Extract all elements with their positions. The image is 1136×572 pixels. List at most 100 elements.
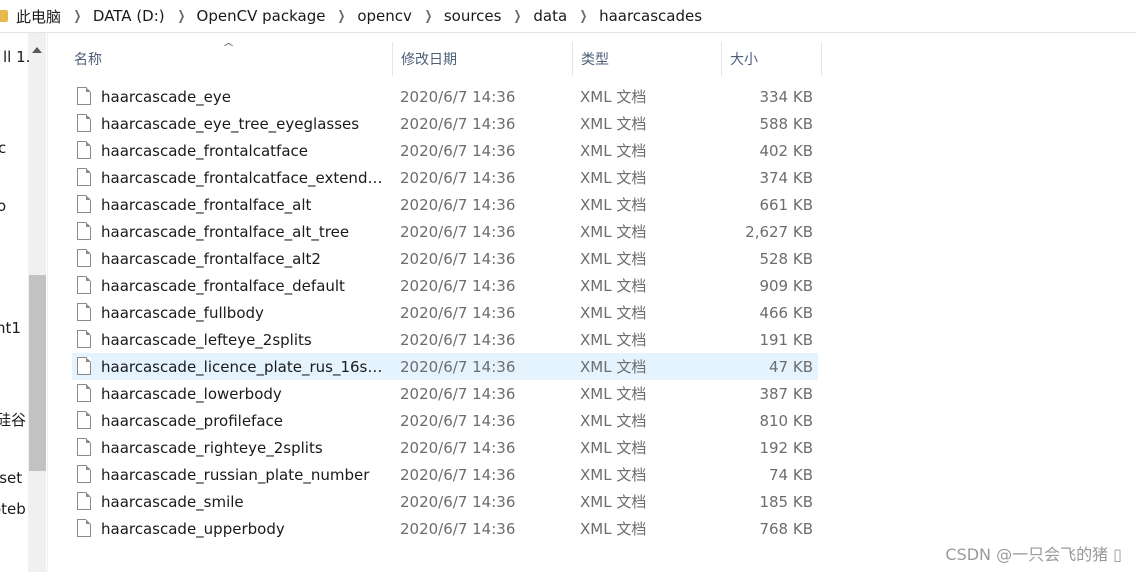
file-name: haarcascade_frontalface_alt [101, 195, 312, 214]
column-header-type[interactable]: 类型 [573, 42, 722, 76]
file-size: 2,627 KB [745, 222, 813, 241]
file-size: 466 KB [759, 303, 813, 322]
file-name: haarcascade_lowerbody [101, 384, 282, 403]
file-row[interactable]: haarcascade_frontalface_alt 2020/6/7 14:3… [72, 191, 818, 218]
file-name: haarcascade_russian_plate_number [101, 465, 370, 484]
document-icon [77, 276, 91, 294]
file-type: XML 文档 [580, 169, 647, 187]
breadcrumb-item-opencv[interactable]: opencv ❯ [357, 0, 443, 33]
file-type: XML 文档 [580, 412, 647, 430]
file-name: haarcascade_eye_tree_eyeglasses [101, 114, 360, 133]
file-size: 334 KB [759, 87, 813, 106]
document-icon [77, 87, 91, 105]
file-row[interactable]: haarcascade_licence_plate_rus_16sta... 20… [72, 353, 818, 380]
file-date: 2020/6/7 14:36 [400, 276, 516, 295]
file-date: 2020/6/7 14:36 [400, 87, 516, 106]
file-row[interactable]: haarcascade_righteye_2splits 2020/6/7 14:… [72, 434, 818, 461]
chevron-right-icon[interactable]: ❯ [338, 9, 346, 24]
chevron-right-icon[interactable]: ❯ [514, 9, 522, 24]
breadcrumb-item-this-pc[interactable]: 此电脑 ❯ [16, 0, 93, 33]
file-row[interactable]: haarcascade_profileface 2020/6/7 14:36 XML… [72, 407, 818, 434]
file-row[interactable]: haarcascade_frontalcatface_extended 2020/… [72, 164, 818, 191]
file-row[interactable]: haarcascade_frontalface_alt_tree 2020/6/7… [72, 218, 818, 245]
file-name: haarcascade_licence_plate_rus_16sta... [101, 357, 383, 376]
nav-scrollbar-thumb[interactable] [29, 275, 46, 471]
document-icon [77, 114, 91, 132]
file-row[interactable]: haarcascade_russian_plate_number 2020/6/7… [72, 461, 818, 488]
breadcrumb-item-data[interactable]: data ❯ [533, 0, 599, 33]
nav-item[interactable]: oteb [0, 500, 26, 518]
file-row[interactable]: haarcascade_lefteye_2splits 2020/6/7 14:3… [72, 326, 818, 353]
breadcrumb-item-haarcascades[interactable]: haarcascades [599, 0, 702, 33]
chevron-right-icon[interactable]: ❯ [74, 9, 82, 24]
document-icon [77, 357, 91, 375]
file-row[interactable]: haarcascade_smile 2020/6/7 14:36 XML 文档 185… [72, 488, 818, 515]
file-name: haarcascade_frontalcatface [101, 141, 308, 160]
file-date: 2020/6/7 14:36 [400, 492, 516, 511]
file-size: 387 KB [759, 384, 813, 403]
file-type: XML 文档 [580, 196, 647, 214]
file-row[interactable]: haarcascade_eye_tree_eyeglasses 2020/6/7 … [72, 110, 818, 137]
document-icon [77, 303, 91, 321]
file-date: 2020/6/7 14:36 [400, 141, 516, 160]
nav-item[interactable]: 硅谷 [0, 409, 26, 430]
file-name: haarcascade_righteye_2splits [101, 438, 323, 457]
file-date: 2020/6/7 14:36 [400, 168, 516, 187]
file-name: haarcascade_frontalcatface_extended [101, 168, 383, 187]
document-icon [77, 384, 91, 402]
breadcrumb-item-drive[interactable]: DATA (D:) ❯ [93, 0, 197, 33]
file-date: 2020/6/7 14:36 [400, 357, 516, 376]
file-row[interactable]: haarcascade_frontalcatface 2020/6/7 14:36… [72, 137, 818, 164]
file-size: 661 KB [759, 195, 813, 214]
breadcrumb-item-sources[interactable]: sources ❯ [444, 0, 534, 33]
file-size: 909 KB [759, 276, 813, 295]
document-icon [77, 438, 91, 456]
chevron-right-icon[interactable]: ❯ [425, 9, 433, 24]
file-size: 192 KB [759, 438, 813, 457]
file-size: 191 KB [759, 330, 813, 349]
column-header-date[interactable]: 修改日期 [393, 42, 573, 76]
file-type: XML 文档 [580, 385, 647, 403]
file-date: 2020/6/7 14:36 [400, 249, 516, 268]
document-icon [77, 168, 91, 186]
file-type: XML 文档 [580, 115, 647, 133]
document-icon [77, 141, 91, 159]
address-bar[interactable]: 此电脑 ❯ DATA (D:) ❯ OpenCV package ❯ opencv ❯ … [0, 0, 1136, 33]
file-date: 2020/6/7 14:36 [400, 114, 516, 133]
document-icon [77, 519, 91, 537]
file-type: XML 文档 [580, 493, 647, 511]
chevron-right-icon[interactable]: ❯ [177, 9, 185, 24]
file-type: XML 文档 [580, 88, 647, 106]
file-size: 185 KB [759, 492, 813, 511]
file-date: 2020/6/7 14:36 [400, 195, 516, 214]
file-row[interactable]: haarcascade_lowerbody 2020/6/7 14:36 XML 文… [72, 380, 818, 407]
document-icon [77, 411, 91, 429]
file-type: XML 文档 [580, 223, 647, 241]
scroll-up-icon[interactable] [32, 47, 42, 53]
file-row[interactable]: haarcascade_frontalface_alt2 2020/6/7 14:… [72, 245, 818, 272]
document-icon [77, 492, 91, 510]
file-type: XML 文档 [580, 304, 647, 322]
file-type: XML 文档 [580, 439, 647, 457]
file-name: haarcascade_smile [101, 492, 244, 511]
file-row[interactable]: haarcascade_fullbody 2020/6/7 14:36 XML 文档… [72, 299, 818, 326]
file-name: haarcascade_upperbody [101, 519, 285, 538]
nav-item[interactable]: nt1 [0, 319, 21, 337]
file-type: XML 文档 [580, 466, 647, 484]
file-date: 2020/6/7 14:36 [400, 411, 516, 430]
file-row[interactable]: haarcascade_upperbody 2020/6/7 14:36 XML 文… [72, 515, 818, 542]
file-row[interactable]: haarcascade_eye 2020/6/7 14:36 XML 文档 334 K… [72, 83, 818, 110]
document-icon [77, 222, 91, 240]
file-date: 2020/6/7 14:36 [400, 330, 516, 349]
nav-item[interactable]: o [0, 197, 6, 215]
nav-item[interactable]: ll 1. [3, 48, 30, 66]
column-header-size[interactable]: 大小 [722, 42, 822, 76]
nav-item[interactable]: eset [0, 469, 22, 487]
breadcrumb-item-opencv-package[interactable]: OpenCV package ❯ [197, 0, 358, 33]
column-header-name[interactable]: ^ 名称 [66, 41, 393, 76]
file-date: 2020/6/7 14:36 [400, 384, 516, 403]
file-row[interactable]: haarcascade_frontalface_default 2020/6/7 … [72, 272, 818, 299]
file-type: XML 文档 [580, 358, 647, 376]
chevron-right-icon[interactable]: ❯ [580, 9, 588, 24]
nav-item[interactable]: sic [0, 139, 6, 157]
